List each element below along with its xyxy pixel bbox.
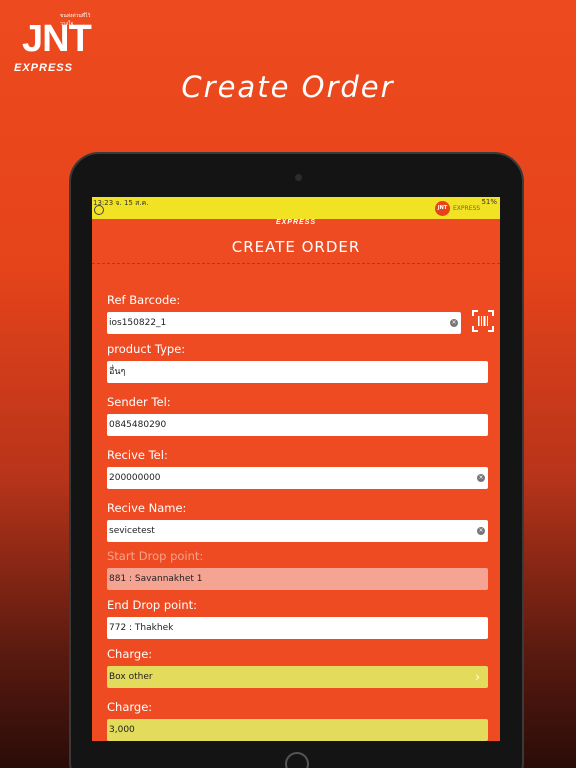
charge-type-select[interactable]: Box other › bbox=[107, 666, 488, 688]
charge-type-value: Box other bbox=[109, 672, 153, 682]
ref-barcode-input[interactable]: ios150822_1 × bbox=[107, 312, 461, 334]
page-title: CREATE ORDER bbox=[231, 238, 361, 256]
tablet-frame: 13:23 จ. 15 ส.ค. 51% JNT EXPRESS EXPRESS… bbox=[69, 152, 524, 768]
ref-barcode-label: Ref Barcode: bbox=[107, 293, 181, 307]
sender-tel-input[interactable]: 0845480290 bbox=[107, 414, 488, 436]
header-brand: EXPRESS bbox=[275, 219, 317, 226]
ref-barcode-value: ios150822_1 bbox=[109, 318, 167, 328]
home-button[interactable] bbox=[285, 752, 309, 768]
promo-headline: Create Order bbox=[181, 70, 395, 104]
charge-type-label: Charge: bbox=[107, 647, 153, 661]
recive-tel-input[interactable]: 200000000 × bbox=[107, 467, 488, 489]
back-icon[interactable] bbox=[94, 205, 104, 215]
recive-name-input[interactable]: sevicetest × bbox=[107, 520, 488, 542]
product-type-label: product Type: bbox=[107, 342, 186, 356]
end-drop-label: End Drop point: bbox=[107, 598, 198, 612]
product-type-input[interactable]: อื่นๆ bbox=[107, 361, 488, 383]
brand-name: JNT bbox=[22, 18, 92, 60]
recive-name-value: sevicetest bbox=[109, 526, 155, 536]
app-logo-icon: JNT bbox=[435, 201, 450, 216]
start-drop-input: 881 : Savannakhet 1 bbox=[107, 568, 488, 590]
recive-tel-value: 200000000 bbox=[109, 473, 161, 483]
divider bbox=[92, 263, 500, 264]
start-drop-label: Start Drop point: bbox=[107, 549, 204, 563]
sender-tel-label: Sender Tel: bbox=[107, 395, 171, 409]
chevron-right-icon: › bbox=[475, 670, 480, 684]
clear-icon[interactable]: × bbox=[450, 319, 458, 327]
clear-icon[interactable]: × bbox=[477, 474, 485, 482]
scan-barcode-icon[interactable] bbox=[472, 310, 494, 332]
battery-status: 51% bbox=[481, 198, 497, 206]
recive-tel-label: Recive Tel: bbox=[107, 448, 168, 462]
recive-name-label: Recive Name: bbox=[107, 501, 187, 515]
clear-icon[interactable]: × bbox=[477, 527, 485, 535]
status-bar: 13:23 จ. 15 ส.ค. 51% JNT EXPRESS bbox=[92, 197, 500, 219]
app-screen: 13:23 จ. 15 ส.ค. 51% JNT EXPRESS EXPRESS… bbox=[92, 197, 500, 741]
camera-icon bbox=[295, 174, 302, 181]
charge-amount-input[interactable]: 3,000 bbox=[107, 719, 488, 741]
charge-amount-label: Charge: bbox=[107, 700, 153, 714]
brand-logo: ขนส่งด่วนที่ไว้วางใจ JNT EXPRESS bbox=[14, 12, 98, 74]
app-logo-text: EXPRESS bbox=[453, 205, 481, 212]
end-drop-input[interactable]: 772 : Thakhek bbox=[107, 617, 488, 639]
